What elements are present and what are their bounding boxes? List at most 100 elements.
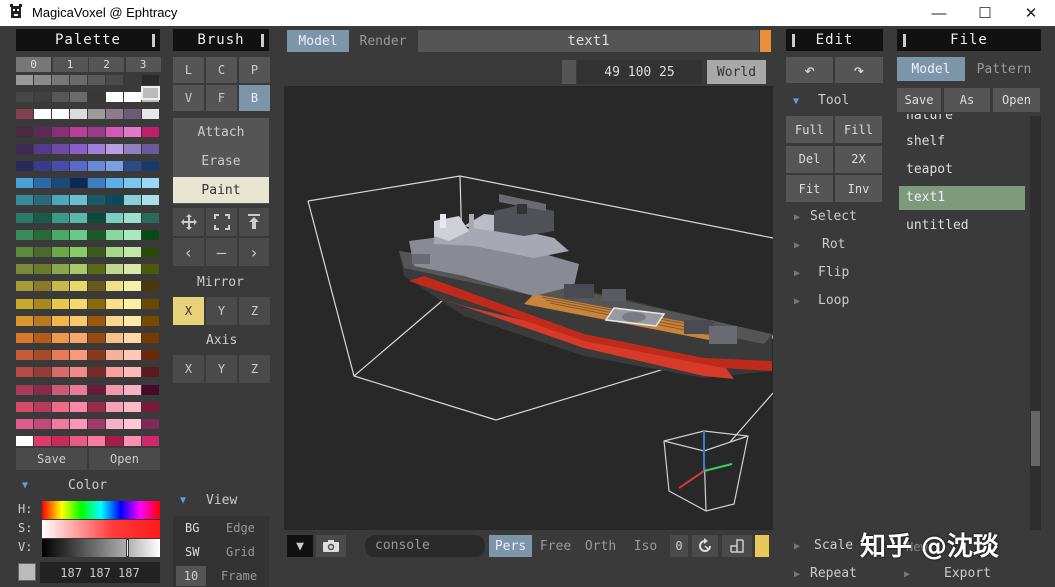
brush-mode-erase[interactable]: Erase (173, 148, 269, 174)
palette-swatch[interactable] (70, 178, 87, 189)
brush-mode-paint[interactable]: Paint (173, 177, 269, 203)
reset-camera-icon[interactable] (692, 535, 718, 557)
palette-swatch[interactable] (142, 161, 159, 171)
palette-swatch[interactable] (124, 350, 141, 361)
render-tab[interactable]: Render (351, 30, 415, 52)
repeat-expand-icon[interactable]: ▶ (794, 569, 800, 580)
palette-swatch[interactable] (34, 229, 51, 240)
color-collapse-icon[interactable]: ▼ (22, 480, 28, 491)
palette-swatch[interactable] (142, 264, 159, 275)
palette-swatch[interactable] (70, 92, 87, 103)
zero-button[interactable]: 0 (670, 535, 688, 557)
palette-tab-1[interactable]: 1 (52, 57, 88, 72)
palette-swatch[interactable] (88, 401, 105, 412)
palette-swatch[interactable] (16, 315, 33, 326)
palette-swatch[interactable] (52, 143, 69, 154)
palette-swatch[interactable] (34, 315, 51, 326)
palette-swatch[interactable] (70, 161, 87, 171)
palette-swatch[interactable] (124, 247, 141, 257)
select-box-icon[interactable] (206, 208, 237, 236)
flip-section-label[interactable]: Flip (818, 265, 849, 280)
palette-swatch[interactable] (52, 109, 69, 120)
file-item-shelf[interactable]: shelf (906, 134, 945, 149)
palette-swatch[interactable] (70, 281, 87, 292)
axis-z-toggle[interactable]: Z (239, 355, 270, 383)
palette-swatch[interactable] (124, 229, 141, 240)
file-save-as-button[interactable]: As (944, 88, 990, 112)
palette-swatch[interactable] (106, 350, 123, 361)
pin-icon[interactable] (239, 208, 269, 236)
rot-section-label[interactable]: Rot (822, 237, 845, 252)
palette-swatch[interactable] (16, 419, 33, 429)
palette-tab-0[interactable]: 0 (16, 57, 51, 72)
palette-swatch[interactable] (142, 75, 159, 85)
palette-swatch[interactable] (70, 264, 87, 275)
palette-swatch[interactable] (34, 367, 51, 378)
brush-type-f[interactable]: F (206, 85, 237, 111)
palette-swatch[interactable] (106, 143, 123, 154)
palette-swatch[interactable] (34, 401, 51, 412)
palette-swatch[interactable] (124, 126, 141, 137)
palette-swatch[interactable] (34, 264, 51, 275)
palette-swatch[interactable] (70, 401, 87, 412)
palette-swatch[interactable] (124, 436, 141, 447)
palette-swatch[interactable] (70, 229, 87, 240)
maximize-button[interactable]: ☐ (962, 0, 1008, 26)
rot-expand-icon[interactable]: ▶ (794, 240, 800, 251)
palette-swatch[interactable] (142, 350, 159, 361)
redo-icon[interactable]: ↷ (835, 57, 883, 83)
prev-chevron-icon[interactable]: ‹ (173, 238, 204, 266)
palette-swatch[interactable] (88, 178, 105, 189)
palette-swatch[interactable] (16, 384, 33, 395)
mirror-z-toggle[interactable]: Z (239, 297, 270, 325)
palette-tab-3[interactable]: 3 (125, 57, 161, 72)
model-tab[interactable]: Model (287, 30, 349, 52)
orientation-gizmo[interactable] (663, 430, 749, 512)
palette-swatch[interactable] (88, 367, 105, 378)
palette-swatch[interactable] (70, 367, 87, 378)
palette-swatch[interactable] (52, 281, 69, 292)
palette-swatch[interactable] (34, 333, 51, 343)
palette-swatch[interactable] (34, 143, 51, 154)
palette-swatch[interactable] (70, 212, 87, 223)
palette-selected-swatch[interactable] (141, 86, 160, 100)
mirror-y-toggle[interactable]: Y (206, 297, 237, 325)
scale-expand-icon[interactable]: ▶ (794, 541, 800, 552)
palette-swatch[interactable] (70, 436, 87, 447)
palette-swatch[interactable] (88, 264, 105, 275)
palette-swatch[interactable] (124, 401, 141, 412)
palette-swatch[interactable] (52, 92, 69, 103)
palette-swatch[interactable] (52, 419, 69, 429)
palette-swatch[interactable] (142, 298, 159, 309)
console-input[interactable]: console (365, 535, 485, 557)
file-list-scrollbar[interactable] (1030, 116, 1041, 530)
loop-expand-icon[interactable]: ▶ (794, 296, 800, 307)
camera-mode-orth[interactable]: Orth (579, 535, 622, 557)
palette-swatch[interactable] (52, 384, 69, 395)
palette-swatch[interactable] (16, 401, 33, 412)
palette-swatch[interactable] (16, 161, 33, 171)
brush-mode-attach[interactable]: Attach (173, 119, 269, 145)
camera-mode-pers[interactable]: Pers (489, 535, 532, 557)
palette-swatch[interactable] (142, 212, 159, 223)
palette-swatch[interactable] (142, 281, 159, 292)
palette-swatch[interactable] (106, 212, 123, 223)
select-section-label[interactable]: Select (810, 209, 857, 224)
palette-swatch[interactable] (106, 367, 123, 378)
palette-swatch[interactable] (52, 75, 69, 85)
palette-swatch[interactable] (124, 298, 141, 309)
palette-swatch[interactable] (70, 75, 87, 85)
palette-swatch[interactable] (16, 126, 33, 137)
palette-swatch[interactable] (70, 298, 87, 309)
palette-swatch[interactable] (142, 315, 159, 326)
palette-swatch[interactable] (142, 367, 159, 378)
file-item-teapot[interactable]: teapot (906, 162, 953, 177)
palette-swatch[interactable] (16, 298, 33, 309)
palette-swatch[interactable] (16, 75, 33, 85)
palette-swatch[interactable] (124, 195, 141, 206)
palette-swatch[interactable] (88, 298, 105, 309)
palette-swatch[interactable] (16, 229, 33, 240)
palette-swatch[interactable] (16, 247, 33, 257)
palette-swatch[interactable] (34, 126, 51, 137)
palette-swatch[interactable] (142, 401, 159, 412)
